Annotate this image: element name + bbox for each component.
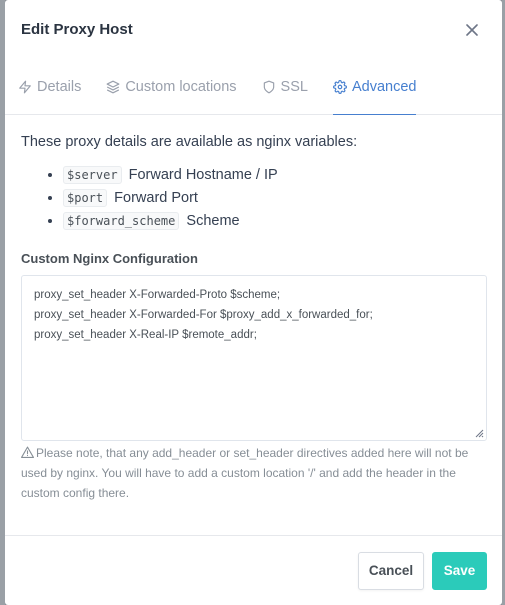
advanced-panel: These proxy details are available as ngi… — [5, 115, 502, 503]
modal-title: Edit Proxy Host — [21, 21, 133, 38]
tab-label: Custom locations — [125, 79, 237, 95]
variable-code: $server — [63, 166, 122, 184]
variable-desc: Scheme — [186, 213, 240, 229]
config-line: proxy_set_header X-Forwarded-Proto $sche… — [34, 289, 281, 301]
close-icon — [466, 23, 478, 36]
config-label: Custom Nginx Configuration — [21, 251, 198, 266]
variable-code: $port — [63, 189, 108, 207]
close-button[interactable] — [460, 18, 484, 42]
bolt-icon — [19, 80, 31, 94]
variable-code: $forward_scheme — [63, 212, 180, 230]
modal-footer: Cancel Save — [5, 535, 502, 605]
custom-nginx-config-textarea[interactable]: proxy_set_header X-Forwarded-Proto $sche… — [21, 275, 487, 441]
tab-label: SSL — [280, 79, 308, 95]
intro-text: These proxy details are available as ngi… — [21, 134, 358, 150]
variable-desc: Forward Port — [114, 190, 198, 206]
list-item: $port Forward Port — [63, 187, 486, 210]
warning-note: Please note, that any add_header or set_… — [21, 443, 486, 503]
tab-custom-locations[interactable]: Custom locations — [106, 60, 237, 114]
gear-icon — [333, 80, 347, 94]
config-line: proxy_set_header X-Forwarded-For $proxy_… — [34, 309, 373, 321]
layers-icon — [106, 80, 120, 94]
warning-icon — [21, 446, 34, 458]
list-item: $forward_scheme Scheme — [63, 210, 486, 233]
resize-handle-icon[interactable] — [475, 429, 484, 438]
tab-ssl[interactable]: SSL — [262, 60, 308, 114]
tab-advanced[interactable]: Advanced — [332, 60, 417, 115]
config-line: proxy_set_header X-Real-IP $remote_addr; — [34, 329, 257, 341]
warning-text: Please note, that any add_header or set_… — [21, 446, 469, 500]
tab-details[interactable]: Details — [18, 60, 81, 114]
variable-desc: Forward Hostname / IP — [128, 167, 278, 183]
save-button[interactable]: Save — [432, 551, 487, 590]
tab-bar: Details Custom locations SSL Advanced — [5, 60, 502, 115]
shield-icon — [263, 80, 274, 94]
modal-header: Edit Proxy Host — [5, 0, 502, 60]
tab-label: Details — [37, 79, 82, 95]
variable-list: $server Forward Hostname / IP $port Forw… — [63, 164, 486, 233]
list-item: $server Forward Hostname / IP — [63, 164, 486, 187]
cancel-button[interactable]: Cancel — [358, 551, 424, 590]
tab-label: Advanced — [351, 79, 417, 95]
edit-proxy-host-modal: Edit Proxy Host Details Custom locations… — [5, 0, 502, 605]
